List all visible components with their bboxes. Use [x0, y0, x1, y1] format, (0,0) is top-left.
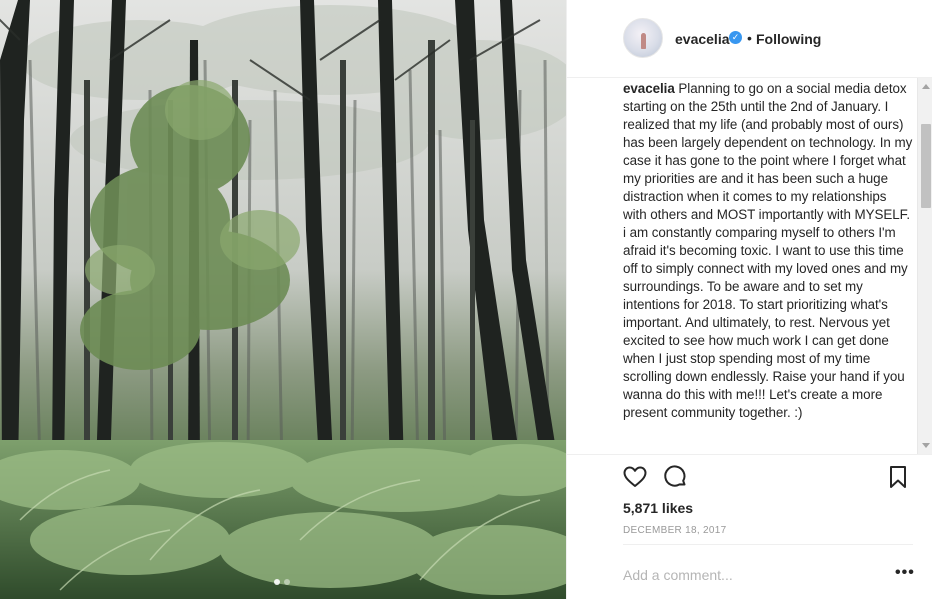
post-panel: evacelia ✓ • Following evacelia Planning… [566, 0, 932, 599]
heart-icon[interactable] [622, 464, 648, 490]
post-header: evacelia ✓ • Following [567, 0, 932, 78]
caption-text: Planning to go on a social media detox s… [623, 81, 913, 420]
comment-input[interactable] [623, 565, 873, 585]
caption: evacelia Planning to go on a social medi… [623, 78, 919, 422]
username-link[interactable]: evacelia [675, 31, 730, 47]
comment-bubble-icon[interactable] [662, 464, 688, 490]
post-actions: 5,871 likes December 18, 2017 ••• [567, 454, 932, 585]
post-date[interactable]: December 18, 2017 [623, 525, 726, 536]
caption-scroll-area[interactable]: evacelia Planning to go on a social medi… [623, 78, 919, 454]
verified-badge-icon: ✓ [729, 31, 742, 44]
separator-dot: • [747, 30, 752, 46]
caption-scrollbar[interactable] [917, 78, 932, 454]
bookmark-icon[interactable] [885, 464, 911, 490]
likes-count[interactable]: 5,871 likes [623, 500, 693, 516]
following-button[interactable]: Following [756, 31, 821, 47]
scroll-thumb[interactable] [921, 124, 931, 208]
post-photo[interactable] [0, 0, 566, 599]
forest-image [0, 0, 566, 599]
scroll-down-arrow-icon[interactable] [922, 443, 930, 448]
scroll-up-arrow-icon[interactable] [922, 84, 930, 89]
avatar[interactable] [623, 18, 663, 58]
more-options-icon[interactable]: ••• [895, 565, 915, 581]
comment-form: ••• [623, 544, 915, 594]
caption-username-link[interactable]: evacelia [623, 81, 675, 96]
